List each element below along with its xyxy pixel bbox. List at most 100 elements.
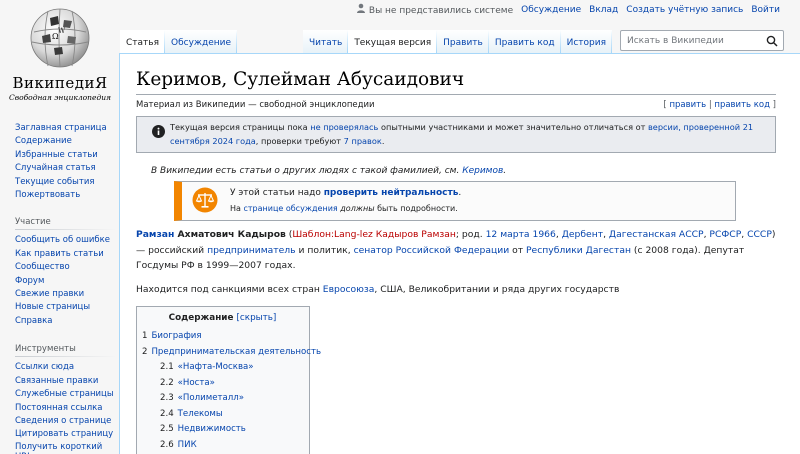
toc-item[interactable]: 2.6 ПИК: [142, 438, 303, 454]
tab-edit-source[interactable]: Править код: [489, 30, 561, 53]
toc-item[interactable]: 2.1 «Нафта-Москва»: [142, 360, 303, 376]
sanctions-eu-link[interactable]: Евросоюза: [323, 284, 375, 295]
sidebar-item-what-links-here[interactable]: Ссылки сюда: [15, 362, 74, 372]
ambox-sub-3: быть подробности.: [374, 204, 458, 213]
anon-label: Вы не представились системе: [368, 6, 514, 16]
ambox-main-text: У этой статьи надо проверить нейтральнос…: [230, 186, 729, 201]
sidebar: Заглавная страница Содержание Избранные …: [0, 120, 120, 454]
tab-read-label: Читать: [308, 38, 343, 48]
lead-dagestan-assr-link[interactable]: Дагестанская АССР: [609, 229, 704, 240]
toc-item-number: 2.1: [160, 362, 174, 372]
lead-ussr-link[interactable]: СССР: [747, 229, 772, 240]
flagged-text-1: Текущая версия страницы пока: [170, 122, 311, 132]
sidebar-item-main-page[interactable]: Заглавная страница: [15, 123, 107, 133]
sidebar-item-current-events[interactable]: Текущие события: [15, 177, 94, 187]
edit-bracket-close: ]: [772, 100, 776, 110]
flagged-unreviewed-link[interactable]: не проверялась: [310, 122, 378, 132]
toc-item[interactable]: 2 Предпринимательская деятельность: [142, 345, 321, 361]
sidebar-item-special-pages[interactable]: Служебные страницы: [15, 389, 114, 399]
ambox-text-1: У этой статьи надо: [230, 188, 324, 198]
ambox-talk-page-link[interactable]: странице обсуждения: [243, 204, 337, 213]
hatnote: В Википедии есть статьи о других людях с…: [151, 166, 776, 176]
lead-paragraph: Рамзан Ахматович Кадыров (Шаблон:Lang-le…: [136, 227, 776, 274]
lead-entrepreneur-link[interactable]: предприниматель: [207, 245, 295, 256]
toc-item-link[interactable]: Телекомы: [178, 409, 223, 419]
lead-derbent-link[interactable]: Дербент: [562, 229, 603, 240]
sidebar-item-related-changes[interactable]: Связанные правки: [15, 376, 98, 386]
edit-link[interactable]: править: [669, 100, 706, 110]
lead-template-redlink[interactable]: Шаблон:Lang-lez Кадыров Рамзан: [292, 229, 456, 240]
sidebar-item-new-pages[interactable]: Новые страницы: [15, 302, 90, 312]
sidebar-heading-participation: Участие: [15, 217, 115, 231]
sidebar-item-contents[interactable]: Содержание: [15, 136, 72, 146]
anon-user-status: Вы не представились системе: [356, 3, 513, 16]
toc-toggle-link[interactable]: [скрыть]: [236, 313, 276, 323]
sidebar-item-donate[interactable]: Пожертвовать: [15, 190, 80, 200]
sidebar-item-featured[interactable]: Избранные статьи: [15, 150, 98, 160]
sidebar-item-random[interactable]: Случайная статья: [15, 163, 96, 173]
search-icon[interactable]: [766, 35, 778, 47]
sidebar-item-help[interactable]: Справка: [15, 316, 52, 326]
tab-edit[interactable]: Править: [437, 30, 489, 53]
tab-talk[interactable]: Обсуждение: [165, 30, 237, 53]
hatnote-disambig-link[interactable]: Керимов: [462, 166, 503, 176]
toc-title-row: Содержание [скрыть]: [142, 313, 303, 323]
toc-item-link[interactable]: «Полиметалл»: [178, 393, 244, 403]
sidebar-heading-tools: Инструменты: [15, 344, 115, 358]
lead-senator-link[interactable]: сенатор Российской Федерации: [354, 245, 510, 256]
personal-tools: Вы не представились системе Обсуждение В…: [356, 3, 780, 16]
toc-item-number: 2.4: [160, 408, 174, 419]
personal-talk-link[interactable]: Обсуждение: [521, 5, 581, 15]
sidebar-item-report-error[interactable]: Сообщить об ошибке: [15, 235, 110, 245]
scales-icon: [192, 187, 218, 213]
create-account-link[interactable]: Создать учётную запись: [626, 5, 743, 15]
toc-item-link[interactable]: Биография: [151, 331, 201, 341]
sanctions-text-1: Находится под санкциями всех стран: [136, 283, 323, 295]
tab-article[interactable]: Статья: [120, 30, 165, 53]
ambox-sub-2: должны: [337, 204, 375, 213]
sidebar-item-page-info[interactable]: Сведения о странице: [15, 416, 111, 426]
edit-code-link[interactable]: править код: [714, 100, 770, 110]
tab-edit-source-label: Править код: [494, 38, 555, 48]
toc-item-link[interactable]: ПИК: [178, 440, 197, 450]
svg-text:W: W: [58, 27, 66, 35]
ambox-text-2: .: [458, 188, 462, 198]
lead-name-link[interactable]: Рамзан: [136, 229, 174, 240]
toc-item[interactable]: 2.4 Телекомы: [142, 407, 303, 423]
tab-read[interactable]: Читать: [303, 30, 348, 53]
sanctions-paragraph: Находится под санкциями всех стран Еврос…: [136, 282, 776, 298]
sidebar-item-how-to-edit[interactable]: Как править статьи: [15, 249, 104, 259]
table-of-contents: Содержание [скрыть] 1 Биография 2 Предприни…: [136, 306, 321, 454]
lead-dagestan-republic-link[interactable]: Республики Дагестан: [526, 245, 631, 256]
sidebar-item-recent-changes[interactable]: Свежие правки: [15, 289, 84, 299]
toc-item[interactable]: 2.5 Недвижимость: [142, 422, 303, 438]
lead-birthdate-link[interactable]: 12 марта 1966: [486, 229, 556, 240]
sidebar-item-community[interactable]: Сообщество: [15, 262, 70, 272]
toc-item-link[interactable]: Предпринимательская деятельность: [151, 347, 321, 357]
section-edit-links: [ править | править код ]: [663, 100, 776, 110]
lead-rsfsr-link[interactable]: РСФСР: [709, 229, 741, 240]
toc-item[interactable]: 2.2 «Носта»: [142, 376, 303, 392]
toc-item-link[interactable]: «Носта»: [178, 378, 215, 388]
lead-text-1: ; род.: [455, 229, 486, 240]
wikipedia-logo[interactable]: Ω W ВикипедиЯ Свободная энциклопедия: [0, 0, 120, 110]
flagged-text-4: .: [381, 135, 385, 146]
toc-item-link[interactable]: «Нафта-Москва»: [178, 362, 254, 372]
sidebar-item-cite[interactable]: Цитировать страницу: [15, 429, 113, 439]
tab-current-version[interactable]: Текущая версия: [348, 30, 437, 53]
toc-item[interactable]: 2.3 «Полиметалл»: [142, 391, 303, 407]
login-link[interactable]: Войти: [751, 5, 780, 15]
site-sub-row: Материал из Википедии — свободной энцикл…: [136, 100, 776, 110]
tab-history[interactable]: История: [561, 30, 612, 53]
ambox-check-neutrality-link[interactable]: проверить нейтральность: [324, 188, 459, 198]
toc-item[interactable]: 1 Биография: [142, 329, 303, 345]
sidebar-item-short-url[interactable]: Получить короткий URL: [15, 442, 102, 454]
sidebar-item-permalink[interactable]: Постоянная ссылка: [15, 403, 103, 413]
flagged-pending-edits-link[interactable]: 7 правок: [344, 136, 382, 146]
search-input[interactable]: Искать в Википедии: [620, 30, 784, 51]
toc-item-link[interactable]: Недвижимость: [178, 424, 246, 434]
sidebar-item-forum[interactable]: Форум: [15, 276, 44, 286]
sidebar-navigation: Заглавная страница Содержание Избранные …: [15, 122, 120, 202]
sanctions-text-2: , США, Великобритании и ряда других госу…: [374, 283, 620, 295]
personal-contributions-link[interactable]: Вклад: [589, 5, 618, 15]
